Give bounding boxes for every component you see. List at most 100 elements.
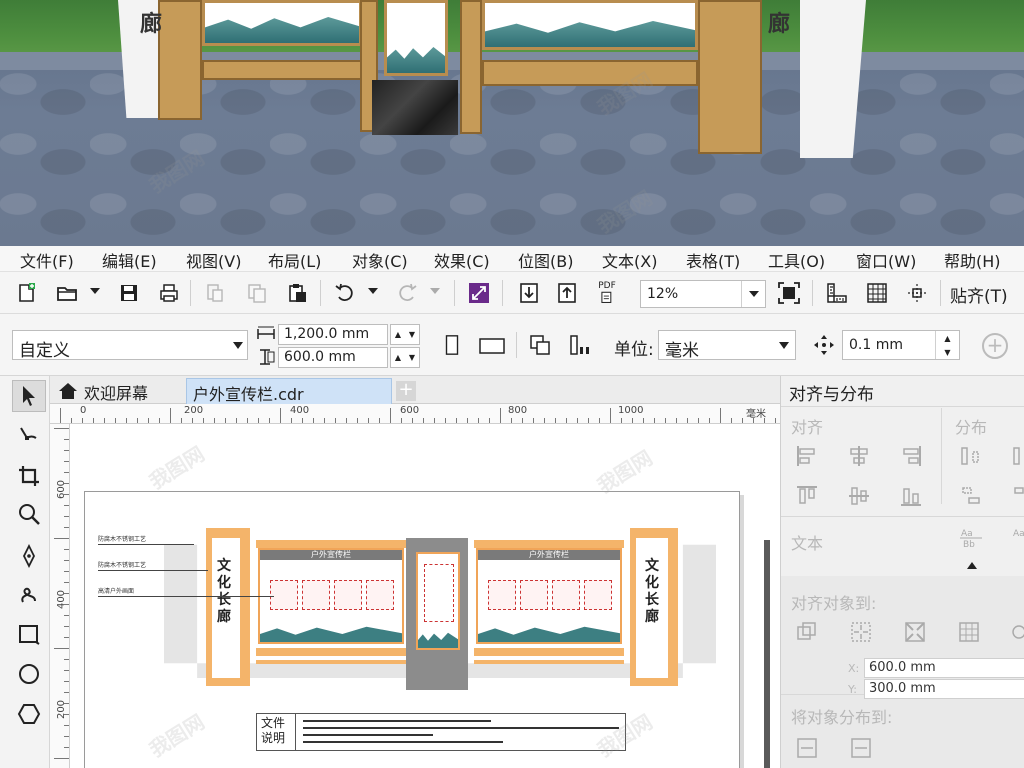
page-edge-icon[interactable] — [849, 620, 873, 644]
spin-up-icon[interactable]: ▲ — [391, 348, 405, 367]
all-pages-icon[interactable] — [524, 330, 556, 360]
freehand-tool-icon[interactable] — [12, 540, 46, 572]
nudge-distance-input[interactable]: 0.1 mm ▲ ▼ — [842, 330, 960, 360]
portrait-orientation-icon[interactable] — [436, 330, 468, 360]
menu-item[interactable]: 帮助(H) — [944, 248, 1001, 271]
specified-point-icon[interactable] — [1011, 620, 1024, 644]
grid-icon[interactable] — [957, 620, 981, 644]
crop-tool-icon[interactable] — [12, 460, 46, 492]
x-coordinate-input[interactable]: 600.0 mm — [864, 658, 1024, 678]
page-width-input[interactable]: 1,200.0 mm — [278, 324, 388, 345]
active-objects-icon[interactable] — [795, 620, 819, 644]
legend-box[interactable]: 文件说明 — [256, 713, 626, 751]
distribute-center-icon[interactable] — [1011, 444, 1024, 468]
chevron-down-icon[interactable] — [779, 342, 789, 349]
collapse-triangle-icon[interactable] — [967, 562, 977, 569]
spin-up-icon[interactable]: ▲ — [391, 325, 405, 344]
rectangle-tool-icon[interactable] — [12, 618, 46, 650]
text-bounding-box-icon[interactable]: Aa — [1011, 526, 1024, 550]
page-center-icon[interactable] — [903, 620, 927, 644]
align-center-horizontal-icon[interactable] — [847, 444, 871, 468]
spin-down-icon[interactable]: ▼ — [405, 348, 419, 367]
cut-icon[interactable] — [202, 280, 228, 306]
full-screen-preview-icon[interactable] — [776, 280, 802, 306]
horizontal-ruler[interactable]: 0 200 400 600 800 1000 毫米 — [50, 404, 780, 424]
center-poster[interactable] — [416, 552, 460, 650]
menu-item[interactable]: 文件(F) — [20, 248, 74, 271]
zoom-tool-icon[interactable] — [12, 498, 46, 530]
menu-item[interactable]: 文本(X) — [602, 248, 657, 271]
paste-icon[interactable] — [284, 280, 310, 306]
align-bottom-icon[interactable] — [899, 484, 923, 508]
menu-item[interactable]: 对象(C) — [352, 248, 408, 271]
polygon-tool-icon[interactable] — [12, 698, 46, 730]
menu-item[interactable]: 布局(L) — [268, 248, 321, 271]
import-icon[interactable] — [516, 280, 542, 306]
publish-pdf-icon[interactable]: PDF — [594, 280, 620, 306]
spin-down-icon[interactable]: ▼ — [405, 325, 419, 344]
chevron-down-icon[interactable] — [233, 342, 243, 349]
new-document-icon[interactable] — [14, 280, 40, 306]
snap-to-menu[interactable]: 贴齐(T) — [950, 282, 1008, 307]
distribute-to-page-icon[interactable] — [849, 736, 873, 760]
spin-up-icon[interactable]: ▲ — [936, 331, 959, 345]
page-width-spinner[interactable]: ▲ ▼ — [390, 324, 420, 345]
redo-icon[interactable] — [394, 280, 420, 306]
copy-icon[interactable] — [244, 280, 270, 306]
distribute-bottom-icon[interactable] — [1011, 484, 1024, 508]
align-section-label: 对齐 — [791, 418, 824, 437]
new-tab-button[interactable]: + — [396, 381, 416, 401]
artistic-media-tool-icon[interactable] — [12, 578, 46, 610]
export-icon[interactable] — [554, 280, 580, 306]
menu-item[interactable]: 位图(B) — [518, 248, 573, 271]
zoom-level-combobox[interactable]: 12% — [640, 280, 766, 308]
open-dropdown-caret[interactable] — [90, 288, 100, 294]
page-size-preset-combobox[interactable]: 自定义 — [12, 330, 248, 361]
text-baseline-icon[interactable]: Aa Bb — [959, 526, 983, 550]
menu-item[interactable]: 编辑(E) — [102, 248, 157, 271]
spin-down-icon[interactable]: ▼ — [936, 345, 959, 359]
undo-dropdown-caret[interactable] — [368, 288, 378, 294]
redo-dropdown-caret[interactable] — [430, 288, 440, 294]
tab-document[interactable]: 户外宣传栏.cdr — [186, 378, 392, 404]
menu-item[interactable]: 视图(V) — [186, 248, 241, 271]
add-page-icon[interactable]: + — [982, 333, 1008, 359]
distribute-to-selection-icon[interactable] — [795, 736, 819, 760]
menu-item[interactable]: 表格(T) — [686, 248, 740, 271]
ruler-tick — [280, 408, 281, 423]
show-grid-icon[interactable] — [864, 280, 890, 306]
zoom-dropdown-button[interactable] — [741, 281, 765, 307]
annotation-leader-1 — [98, 544, 194, 545]
page-height-input[interactable]: 600.0 mm — [278, 347, 388, 368]
shape-tool-icon[interactable] — [12, 420, 46, 452]
open-folder-icon[interactable] — [54, 280, 80, 306]
right-display-board[interactable]: 户外宣传栏 — [476, 548, 622, 644]
undo-icon[interactable] — [332, 280, 358, 306]
vertical-ruler[interactable]: 600 400 200 — [50, 424, 70, 768]
landscape-orientation-icon[interactable] — [476, 330, 508, 360]
left-display-board[interactable]: 户外宣传栏 — [258, 548, 404, 644]
menu-item[interactable]: 工具(O) — [768, 248, 825, 271]
save-icon[interactable] — [116, 280, 142, 306]
ellipse-tool-icon[interactable] — [12, 658, 46, 690]
distribute-top-icon[interactable] — [959, 484, 983, 508]
align-right-icon[interactable] — [899, 444, 923, 468]
tab-welcome-screen[interactable]: 欢迎屏幕 — [54, 378, 184, 404]
nudge-spinner[interactable]: ▲ ▼ — [935, 331, 959, 359]
menu-item[interactable]: 窗口(W) — [856, 248, 916, 271]
align-left-icon[interactable] — [795, 444, 819, 468]
search-content-icon[interactable] — [466, 280, 492, 306]
menu-item[interactable]: 效果(C) — [434, 248, 490, 271]
page-height-spinner[interactable]: ▲ ▼ — [390, 347, 420, 368]
show-rulers-icon[interactable] — [824, 280, 850, 306]
align-center-vertical-icon[interactable] — [847, 484, 871, 508]
drawing-canvas[interactable]: 文化长廊 户外宣传栏 户外宣传栏 文化长廊 防腐木不锈钢工艺 防腐木不锈钢工艺 … — [70, 424, 780, 768]
align-top-icon[interactable] — [795, 484, 819, 508]
distribute-left-icon[interactable] — [959, 444, 983, 468]
units-combobox[interactable]: 毫米 — [658, 330, 796, 361]
show-guidelines-icon[interactable] — [904, 280, 930, 306]
pick-tool-icon[interactable] — [12, 380, 46, 412]
y-coordinate-input[interactable]: 300.0 mm — [864, 679, 1024, 699]
print-icon[interactable] — [156, 280, 182, 306]
current-page-icon[interactable] — [564, 330, 596, 360]
